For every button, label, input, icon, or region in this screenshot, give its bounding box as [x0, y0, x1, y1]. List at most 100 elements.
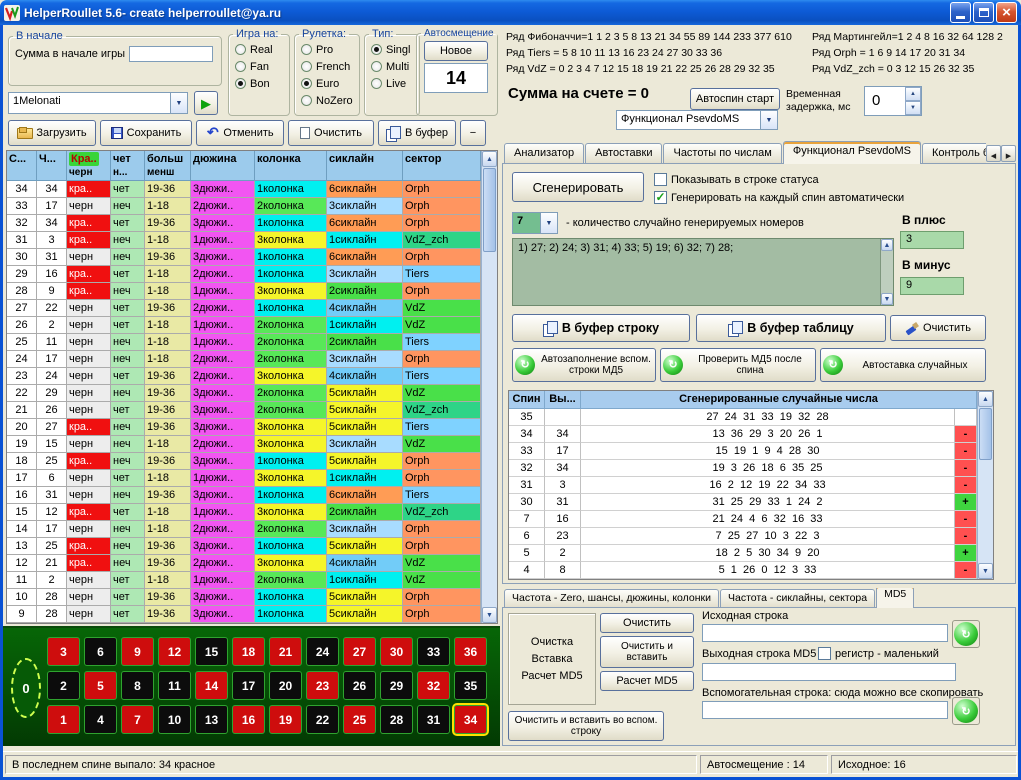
close-button[interactable] — [996, 2, 1017, 23]
table-row[interactable]: 1631черннеч19-363дюжи..1колонка6сиклайнT… — [7, 487, 497, 504]
minus-button[interactable]: − — [460, 120, 486, 146]
spinner-up-icon[interactable] — [905, 87, 921, 101]
board-cell-27[interactable]: 27 — [343, 637, 376, 666]
table-row[interactable]: 1325кра..неч19-363дюжи..1колонка5сиклайн… — [7, 538, 497, 555]
spin-row[interactable]: 31316 2 12 19 22 34 33- — [509, 477, 993, 494]
spin-row[interactable]: 71621 24 4 6 32 16 33- — [509, 511, 993, 528]
source-string-input[interactable] — [702, 624, 948, 642]
maximize-button[interactable] — [973, 2, 994, 23]
undo-button[interactable]: Отменить — [196, 120, 284, 146]
mode-select[interactable]: Функционал PsevdoMS — [616, 110, 778, 130]
spin-row[interactable]: 343413 36 29 3 20 26 1- — [509, 426, 993, 443]
board-cell-23[interactable]: 23 — [306, 671, 339, 700]
board-cell-29[interactable]: 29 — [380, 671, 413, 700]
board-cell-4[interactable]: 4 — [84, 705, 117, 734]
spin-row[interactable]: 303131 25 29 33 1 24 2+ — [509, 494, 993, 511]
table-row[interactable]: 2722чернчет19-362дюжи..1колонка4сиклайнV… — [7, 300, 497, 317]
md5-clear-button[interactable]: Очистить — [600, 613, 694, 633]
chevron-down-icon[interactable] — [170, 93, 187, 113]
aux-string-input[interactable] — [702, 701, 948, 719]
generated-numbers-area[interactable]: 1) 27; 2) 24; 3) 31; 4) 33; 5) 19; 6) 32… — [512, 238, 894, 306]
scroll-down-icon[interactable] — [978, 563, 993, 579]
table-row[interactable]: 2916кра..чет1-182дюжи..1колонка3сиклайнT… — [7, 266, 497, 283]
scroll-down-icon[interactable] — [881, 293, 893, 305]
board-cell-7[interactable]: 7 — [121, 705, 154, 734]
clear-generated-button[interactable]: Очистить — [890, 315, 986, 341]
spins-scrollbar[interactable] — [977, 391, 993, 579]
radio-live[interactable]: Live — [365, 74, 419, 91]
board-cell-28[interactable]: 28 — [380, 705, 413, 734]
table-row[interactable]: 112чернчет1-181дюжи..2колонка1сиклайнVdZ — [7, 572, 497, 589]
board-cell-1[interactable]: 1 — [47, 705, 80, 734]
freq-tab-1[interactable]: Частота - Zero, шансы, дюжины, колонки — [504, 589, 719, 608]
spinner-down-icon[interactable] — [905, 101, 921, 115]
save-button[interactable]: Сохранить — [100, 120, 192, 146]
output-string-input[interactable] — [702, 663, 956, 681]
table-row[interactable]: 3234кра..чет19-363дюжи..1колонка6сиклайн… — [7, 215, 497, 232]
table-row[interactable]: 1028чернчет19-363дюжи..1колонка5сиклайнO… — [7, 589, 497, 606]
radio-nozero[interactable]: NoZero — [295, 91, 359, 108]
autofill-md5-button[interactable]: Автозаполнение вспом. строки МД5 — [512, 348, 656, 382]
tab-3[interactable]: Частоты по числам — [663, 143, 781, 164]
play-button[interactable] — [194, 91, 218, 115]
generate-every-spin-checkbox[interactable]: Генерировать на каждый спин автоматическ… — [654, 191, 904, 204]
count-select[interactable]: 7 — [512, 212, 558, 234]
board-cell-24[interactable]: 24 — [306, 637, 339, 666]
tab-4[interactable]: Функционал PsevdoMS — [783, 141, 921, 164]
table-row[interactable]: 1512кра..чет1-181дюжи..3колонка2сиклайнV… — [7, 504, 497, 521]
board-cell-18[interactable]: 18 — [232, 637, 265, 666]
board-cell-14[interactable]: 14 — [195, 671, 228, 700]
radio-euro[interactable]: Euro — [295, 74, 359, 91]
chevron-down-icon[interactable] — [760, 111, 777, 129]
copy-row-button[interactable]: В буфер строку — [512, 314, 690, 342]
scroll-down-icon[interactable] — [482, 607, 497, 623]
board-cell-11[interactable]: 11 — [158, 671, 191, 700]
board-cell-35[interactable]: 35 — [454, 671, 487, 700]
scroll-thumb[interactable] — [483, 168, 496, 252]
clear-button[interactable]: Очистить — [288, 120, 374, 146]
copy-button[interactable]: В буфер — [378, 120, 456, 146]
spin-row[interactable]: 6237 25 27 10 3 22 3- — [509, 528, 993, 545]
md5-refresh-button-1[interactable] — [952, 620, 980, 648]
check-md5-button[interactable]: Проверить МД5 после спина — [660, 348, 816, 382]
board-cell-15[interactable]: 15 — [195, 637, 228, 666]
board-cell-9[interactable]: 9 — [121, 637, 154, 666]
lowercase-checkbox[interactable]: регистр - маленький — [818, 647, 939, 660]
scroll-up-icon[interactable] — [978, 391, 993, 407]
table-row[interactable]: 3031черннеч19-363дюжи..1колонка6сиклайнO… — [7, 249, 497, 266]
titlebar[interactable]: HelperRoullet 5.6- create helperroullet@… — [0, 0, 1021, 25]
spin-row[interactable]: 485 1 26 0 12 3 33- — [509, 562, 993, 579]
board-cell-0[interactable]: 0 — [11, 658, 41, 718]
table-row[interactable]: 1825кра..неч19-363дюжи..1колонка5сиклайн… — [7, 453, 497, 470]
table-row[interactable]: 262чернчет1-181дюжи..2колонка1сиклайнVdZ — [7, 317, 497, 334]
tab-1[interactable]: Анализатор — [504, 143, 584, 164]
table-row[interactable]: 176чернчет1-181дюжи..3колонка1сиклайнOrp… — [7, 470, 497, 487]
new-button[interactable]: Новое — [424, 41, 488, 61]
table-row[interactable]: 2229черннеч19-363дюжи..2колонка5сиклайнV… — [7, 385, 497, 402]
table-row[interactable]: 2511черннеч1-181дюжи..2колонка2сиклайнTi… — [7, 334, 497, 351]
board-cell-2[interactable]: 2 — [47, 671, 80, 700]
radio-french[interactable]: French — [295, 57, 359, 74]
generate-button[interactable]: Сгенерировать — [512, 172, 644, 202]
radio-pro[interactable]: Pro — [295, 40, 359, 57]
show-status-checkbox[interactable]: Показывать в строке статуса — [654, 173, 819, 186]
board-cell-13[interactable]: 13 — [195, 705, 228, 734]
spin-row[interactable]: 323419 3 26 18 6 35 25- — [509, 460, 993, 477]
board-cell-26[interactable]: 26 — [343, 671, 376, 700]
board-cell-34[interactable]: 34 — [454, 705, 487, 734]
board-cell-6[interactable]: 6 — [84, 637, 117, 666]
board-cell-16[interactable]: 16 — [232, 705, 265, 734]
board-cell-36[interactable]: 36 — [454, 637, 487, 666]
autospin-start-button[interactable]: Автоспин старт — [690, 88, 780, 110]
table-row[interactable]: 2417черннеч1-182дюжи..2колонка3сиклайнOr… — [7, 351, 497, 368]
tab-2[interactable]: Автоставки — [585, 143, 662, 164]
numbers-scrollbar[interactable] — [880, 239, 893, 305]
md5-clear-paste-button[interactable]: Очистить и вставить — [600, 636, 694, 668]
board-cell-32[interactable]: 32 — [417, 671, 450, 700]
scroll-thumb[interactable] — [979, 408, 992, 460]
tabs-scroll-right[interactable] — [1001, 145, 1016, 162]
board-cell-21[interactable]: 21 — [269, 637, 302, 666]
table-row[interactable]: 928чернчет19-363дюжи..1колонка5сиклайнOr… — [7, 606, 497, 623]
autobet-random-button[interactable]: Автоставка случайных — [820, 348, 986, 382]
table-row[interactable]: 2324чернчет19-362дюжи..3колонка4сиклайнT… — [7, 368, 497, 385]
